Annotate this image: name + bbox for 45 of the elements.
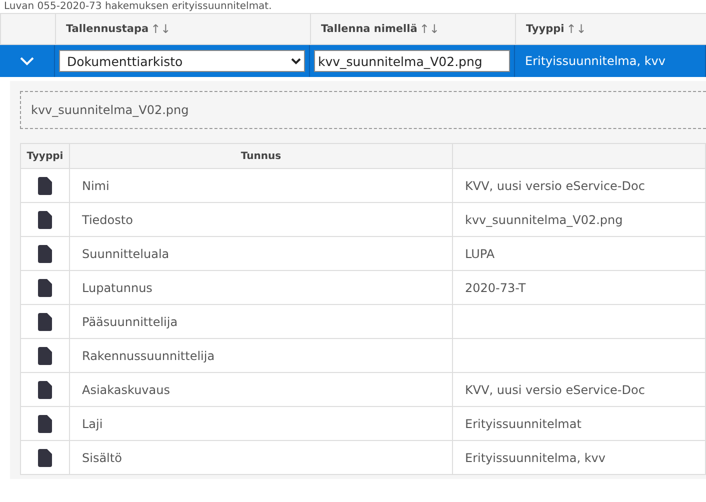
field-name: Nimi xyxy=(70,168,452,202)
field-name: Sisältö xyxy=(70,440,452,474)
table-row[interactable]: Dokumenttiarkisto kvv_suunnitelma_V02.png Erityissuunnitelma, kvv xyxy=(0,45,706,77)
column-header: Tunnus xyxy=(70,144,452,168)
file-icon xyxy=(38,448,52,466)
file-icon xyxy=(38,380,52,398)
sort-icon[interactable]: ↑↓ xyxy=(419,22,440,36)
field-name: Pääsuunnittelija xyxy=(70,304,452,338)
type-text: Erityissuunnitelma, kvv xyxy=(525,54,666,68)
field-name: Suunnitteluala xyxy=(70,236,452,270)
column-header[interactable]: Tallennustapa ↑↓ xyxy=(55,13,310,45)
field-value: KVV, uusi versio eService-Doc xyxy=(452,372,706,406)
file-drop-area[interactable]: kvv_suunnitelma_V02.png xyxy=(20,91,706,129)
sort-icon[interactable]: ↑↓ xyxy=(150,22,171,36)
field-value: LUPA xyxy=(452,236,706,270)
column-header: Tyyppi xyxy=(20,144,70,168)
field-name: Asiakaskuvaus xyxy=(70,372,452,406)
field-name: Lupatunnus xyxy=(70,270,452,304)
field-value: 2020-73-T xyxy=(452,270,706,304)
file-icon xyxy=(38,176,52,194)
file-icon xyxy=(38,414,52,432)
field-value: kvv_suunnitelma_V02.png xyxy=(452,202,706,236)
sort-icon[interactable]: ↑↓ xyxy=(566,22,586,36)
save-method-dropdown[interactable]: Dokumenttiarkisto xyxy=(59,50,305,72)
save-name-field[interactable]: kvv_suunnitelma_V02.png xyxy=(314,50,510,72)
file-icon xyxy=(38,244,52,262)
field-value: Erityissuunnitelmat xyxy=(452,406,706,440)
file-name: kvv_suunnitelma_V02.png xyxy=(31,103,189,117)
header-cell xyxy=(0,13,55,45)
file-icon xyxy=(38,278,52,296)
field-name: Rakennussuunnittelija xyxy=(70,338,452,372)
column-header[interactable]: Tyyppi ↑↓ xyxy=(515,13,706,45)
column-label: Tallenna nimellä xyxy=(321,23,418,35)
file-icon xyxy=(38,312,52,330)
field-name: Laji xyxy=(70,406,452,440)
field-value: KVV, uusi versio eService-Doc xyxy=(452,168,706,202)
caption-text: Luvan 055-2020-73 hakemuksen erityissuunnitelmat. xyxy=(3,0,273,13)
column-label: Tallennustapa xyxy=(66,23,149,35)
file-icon xyxy=(38,346,52,364)
file-icon xyxy=(38,210,52,228)
column-label: Tyyppi xyxy=(526,23,564,35)
field-name: Tiedosto xyxy=(70,202,452,236)
column-header[interactable]: Tallenna nimellä ↑↓ xyxy=(310,13,515,45)
field-value: Erityissuunnitelma, kvv xyxy=(452,440,706,474)
chevron-icon[interactable] xyxy=(20,56,34,66)
